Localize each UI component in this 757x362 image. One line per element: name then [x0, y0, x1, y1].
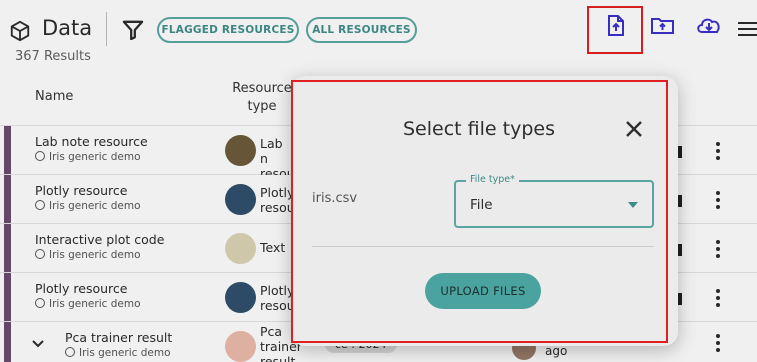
file-name: iris.csv: [312, 191, 358, 206]
dropdown-arrow-icon: [628, 202, 638, 208]
dialog-title: Select file types: [403, 118, 555, 140]
upload-files-button[interactable]: UPLOAD FILES: [425, 273, 541, 309]
close-icon[interactable]: [625, 120, 643, 138]
dialog-divider: [312, 246, 654, 247]
select-file-types-dialog: Select file types iris.csv File type* Fi…: [291, 76, 678, 346]
file-type-label: File type*: [466, 174, 519, 185]
file-type-value: File: [470, 197, 493, 213]
file-type-select[interactable]: File type* File: [454, 174, 654, 228]
